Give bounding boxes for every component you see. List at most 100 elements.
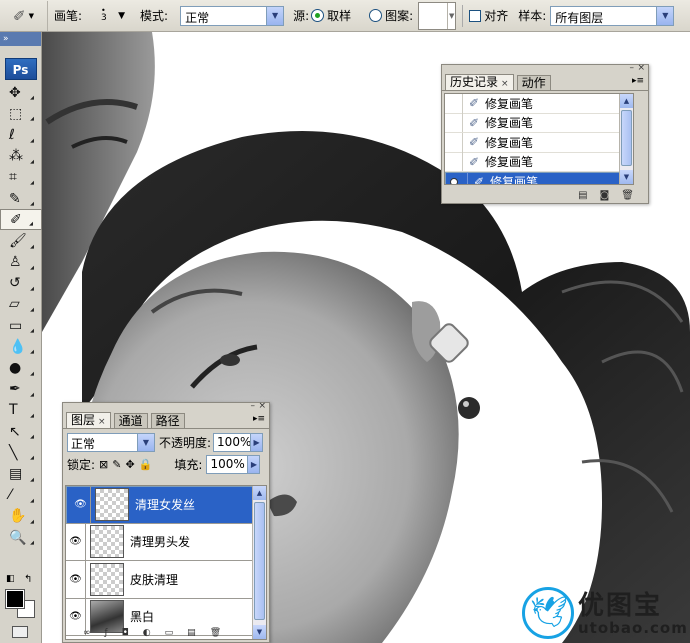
clone-stamp-icon: ♙ [9,254,22,271]
tool-marquee[interactable]: ⬚ ◢ [0,103,42,124]
visibility-eye-icon[interactable]: 👁 [66,560,86,598]
source-pattern-radio[interactable] [369,9,383,22]
opacity-input[interactable]: 100% ▶ [213,432,264,452]
history-item-label: 修复画笔 [485,116,534,131]
close-icon[interactable]: × [501,79,509,89]
history-source-box[interactable] [445,152,463,172]
tool-healing-brush[interactable]: ✐ ◢ [0,209,42,231]
tab-channels[interactable]: 通道 [113,413,148,428]
tool-hand[interactable]: ✋ ◢ [0,506,42,527]
panel-menu-icon[interactable]: ▸≡ [253,414,265,424]
history-item[interactable]: ✐ 修复画笔 [445,152,633,172]
link-layers-icon[interactable]: ∞ [83,628,91,642]
scroll-thumb[interactable] [621,110,632,166]
history-source-box[interactable] [445,113,463,133]
tool-blur[interactable]: 💧 ◢ [0,336,42,357]
watermark-en: utobao.com [578,619,688,637]
lock-all-icon[interactable]: 🔒 [139,458,153,471]
trash-icon[interactable]: 🗑 [210,628,221,642]
layer-row[interactable]: 👁 清理女发丝 [66,486,266,524]
tool-history-brush[interactable]: ↺ ◢ [0,273,42,294]
scroll-up-icon[interactable]: ▲ [253,486,266,500]
layer-style-icon[interactable]: ƒ [105,628,108,642]
tool-line[interactable]: ╲ ◢ [0,442,42,463]
history-item[interactable]: ✐ 修复画笔 [445,113,633,133]
fill-input[interactable]: 100% ▶ [206,454,261,474]
tool-eyedropper[interactable]: ⁄ ◢ [0,485,42,506]
tool-zoom[interactable]: 🔍 ◢ [0,527,42,548]
aligned-checkbox[interactable] [469,9,482,22]
layer-mask-icon[interactable]: ◘ [122,628,129,642]
lock-position-icon[interactable]: ✥ [125,458,134,471]
swap-colors-icon[interactable]: ↰ [24,574,32,585]
tool-clone-stamp[interactable]: ♙ ◢ [0,252,42,273]
tool-preset-picker[interactable]: ✐ ▼ [0,0,48,31]
blend-mode-select[interactable]: 正常 ▼ [67,432,155,452]
source-sampled-radio[interactable] [311,9,325,22]
pattern-picker[interactable]: ▼ [418,1,457,30]
panel-menu-icon[interactable]: ▸≡ [632,76,644,86]
new-layer-icon[interactable]: ▤ [187,628,196,642]
watermark-cn: 优图宝 [578,591,663,621]
tool-gradient[interactable]: ▭ ◢ [0,315,42,336]
layers-scrollbar[interactable]: ▲ ▼ [252,486,266,639]
new-document-from-state-icon[interactable]: ▤ [578,190,587,201]
history-scrollbar[interactable]: ▲ ▼ [619,94,633,184]
chevron-down-icon: ▼ [266,6,284,25]
tool-flyout-icon: ◢ [30,137,34,144]
tool-brush[interactable]: 🖌 ◢ [0,230,42,251]
layer-row[interactable]: 👁 清理男头发 [66,523,266,561]
tab-paths[interactable]: 路径 [150,413,185,428]
sample-select[interactable]: 所有图层 ▼ [550,5,675,26]
tool-flyout-icon: ◢ [30,307,34,314]
layers-list: 👁 清理女发丝 👁 清理男头发 👁 皮肤清理 👁 黑白 ▲ ▼ [65,485,267,640]
ps-logo[interactable]: Ps [4,58,37,80]
tab-layers[interactable]: 图层 × [66,412,111,428]
tool-dodge[interactable]: ● ◢ [0,357,42,378]
lock-transparent-icon[interactable]: ⊠ [99,458,108,471]
panel-minimize-icon[interactable]: – [630,63,635,73]
tool-notes[interactable]: ▤ ◢ [0,463,42,484]
brush-picker[interactable]: • 3 ▼ [86,4,128,28]
toolbox-collapse-button[interactable]: » [0,32,41,46]
visibility-eye-icon[interactable]: 👁 [66,523,86,561]
history-item[interactable]: ✐ 修复画笔 [445,132,633,153]
new-group-icon[interactable]: ▭ [165,628,174,642]
mode-select[interactable]: 正常 ▼ [180,5,285,26]
default-colors-icon[interactable]: ◧ [6,574,15,584]
visibility-eye-icon[interactable]: 👁 [71,486,91,524]
foreground-color-swatch[interactable] [5,589,25,609]
panel-minimize-icon[interactable]: – [251,401,256,411]
tool-move[interactable]: ✥ ◢ [0,82,42,103]
scroll-up-icon[interactable]: ▲ [620,94,633,108]
panel-close-icon[interactable]: × [258,401,266,411]
history-source-box[interactable] [445,132,463,152]
tool-slice[interactable]: ✎ ◢ [0,188,42,209]
quick-mask-button[interactable] [12,626,28,638]
scroll-thumb[interactable] [254,502,265,620]
close-icon[interactable]: × [98,417,106,427]
sampled-label: 取样 [327,9,352,23]
history-item[interactable]: ✐ 修复画笔 [445,94,633,114]
tool-flyout-icon: ◢ [30,518,34,525]
tool-pen[interactable]: ✒ ◢ [0,379,42,400]
tab-history[interactable]: 历史记录 × [445,74,514,90]
scroll-down-icon[interactable]: ▼ [620,170,633,184]
new-snapshot-icon[interactable]: ◙ [600,190,610,201]
layer-row[interactable]: 👁 皮肤清理 [66,560,266,599]
tool-magic-wand[interactable]: ⁂ ◢ [0,146,42,167]
tool-crop[interactable]: ⌗ ◢ [0,167,42,188]
line-icon: ╲ [9,444,18,461]
tool-eraser[interactable]: ▱ ◢ [0,294,42,315]
trash-icon[interactable]: 🗑 [621,190,634,201]
lock-image-icon[interactable]: ✎ [112,458,121,471]
tool-flyout-icon: ◢ [30,540,34,547]
tool-type[interactable]: T ◢ [0,400,42,421]
panel-close-icon[interactable]: × [637,63,645,73]
tool-path-select[interactable]: ↖ ◢ [0,421,42,442]
tool-lasso[interactable]: ℓ ◢ [0,124,42,145]
history-item[interactable]: ✐ 修复画笔 [445,172,633,184]
adjustment-layer-icon[interactable]: ◐ [143,628,151,642]
history-source-box[interactable] [445,94,463,113]
tab-actions[interactable]: 动作 [516,75,551,90]
